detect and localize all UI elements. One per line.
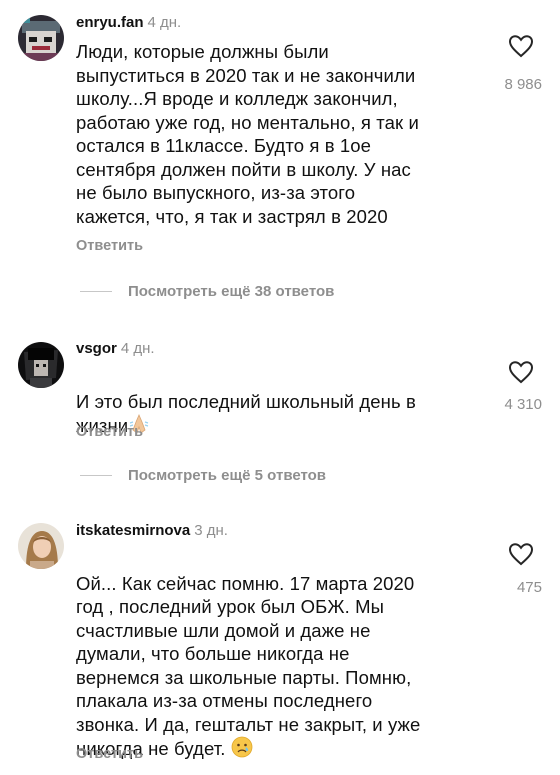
- comment-3: itskatesmirnova 3 дн. Ой... Как сейчас по…: [0, 0, 560, 775]
- like-count: 475: [516, 579, 542, 596]
- like-button[interactable]: [508, 542, 534, 566]
- crying-face-icon: [231, 736, 253, 764]
- reply-button[interactable]: Ответить: [76, 746, 143, 762]
- girl-photo-avatar-icon: [18, 523, 64, 569]
- comment-text-body: Ой... Как сейчас помню. 17 марта 2020 го…: [76, 572, 421, 760]
- comment-meta: itskatesmirnova 3 дн.: [76, 522, 228, 539]
- username[interactable]: itskatesmirnova: [76, 522, 190, 539]
- avatar[interactable]: [18, 523, 64, 569]
- comment-text: Ой... Как сейчас помню. 17 марта 2020 го…: [76, 548, 476, 764]
- heart-icon: [508, 543, 534, 566]
- timestamp: 3 дн.: [194, 522, 228, 539]
